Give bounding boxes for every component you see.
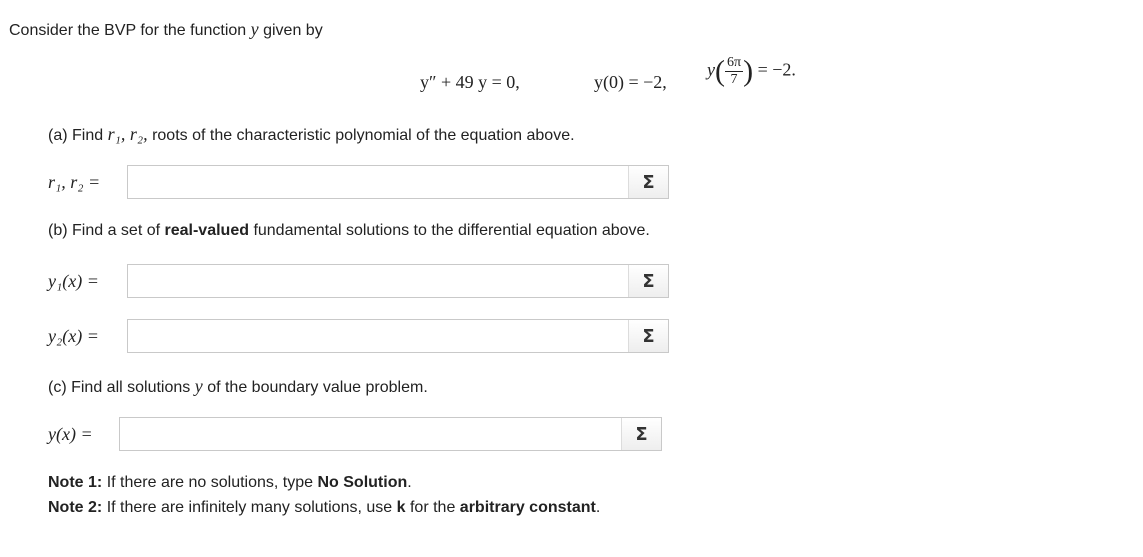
part-a-question: (a) Find r₁, r₂, roots of the characteri… bbox=[48, 124, 575, 145]
sigma-icon: Σ bbox=[642, 270, 655, 292]
boundary-condition-1: y(0) = −2, bbox=[594, 72, 667, 92]
bc2-denominator: 7 bbox=[730, 72, 738, 87]
part-b-bold: real-valued bbox=[164, 222, 249, 239]
note-2: Note 2: If there are infinitely many sol… bbox=[48, 499, 600, 517]
intro-var: y bbox=[250, 19, 259, 39]
y1-answer-box: Σ bbox=[127, 264, 669, 298]
note-2-end: . bbox=[595, 499, 601, 516]
part-b-question: (b) Find a set of real-valued fundamenta… bbox=[48, 222, 650, 240]
roots-label: r₁, r₂ = bbox=[48, 172, 101, 192]
y1-input[interactable] bbox=[128, 265, 628, 297]
roots-sigma-button[interactable]: Σ bbox=[628, 166, 668, 198]
y1-sigma-button[interactable]: Σ bbox=[628, 265, 668, 297]
y-solution-input[interactable] bbox=[120, 418, 621, 450]
part-a-prefix: (a) Find bbox=[48, 127, 104, 144]
ode-equation: y″ + 49 y = 0, bbox=[420, 72, 520, 92]
note-2-bold: arbitrary constant bbox=[459, 499, 596, 516]
y2-answer-box: Σ bbox=[127, 319, 669, 353]
intro-tail: given by bbox=[263, 22, 323, 39]
y2-sigma-button[interactable]: Σ bbox=[628, 320, 668, 352]
boundary-condition-2: y(6π 7) = −2. bbox=[707, 56, 796, 87]
bc2-function: y bbox=[707, 59, 715, 80]
y-solution-label: y(x) = bbox=[48, 424, 93, 444]
note-1-text: If there are no solutions, type bbox=[106, 474, 314, 491]
part-c-prefix: (c) Find all solutions bbox=[48, 379, 191, 396]
part-b-prefix: (b) Find a set of bbox=[48, 222, 161, 239]
note-2-text: If there are infinitely many solutions, … bbox=[106, 499, 393, 516]
sigma-icon: Σ bbox=[635, 423, 648, 445]
bc2-open-paren: ( bbox=[715, 54, 725, 88]
sigma-icon: Σ bbox=[642, 325, 655, 347]
bc2-fraction: 6π 7 bbox=[725, 55, 744, 87]
roots-input[interactable] bbox=[128, 166, 628, 198]
note-1: Note 1: If there are no solutions, type … bbox=[48, 474, 412, 492]
y2-input[interactable] bbox=[128, 320, 628, 352]
bc2-close-paren: ) bbox=[743, 54, 754, 88]
note-2-k: k bbox=[396, 499, 406, 516]
problem-intro: Consider the BVP for the function y give… bbox=[9, 19, 323, 40]
y1-label: y₁(x) = bbox=[48, 271, 99, 291]
note-2-mid: for the bbox=[409, 499, 456, 516]
part-b-rest: fundamental solutions to the differentia… bbox=[253, 222, 650, 239]
bc2-rhs: = −2. bbox=[757, 59, 796, 80]
part-c-var: y bbox=[194, 376, 203, 396]
y-solution-sigma-button[interactable]: Σ bbox=[621, 418, 661, 450]
y-solution-answer-box: Σ bbox=[119, 417, 662, 451]
note-1-label: Note 1: bbox=[48, 474, 103, 491]
note-1-end: . bbox=[407, 474, 412, 491]
bc2-numerator: 6π bbox=[725, 55, 744, 72]
part-c-question: (c) Find all solutions y of the boundary… bbox=[48, 376, 428, 397]
y2-label: y₂(x) = bbox=[48, 326, 99, 346]
note-2-label: Note 2: bbox=[48, 499, 103, 516]
roots-answer-box: Σ bbox=[127, 165, 669, 199]
intro-text: Consider the BVP for the function bbox=[9, 22, 247, 39]
sigma-icon: Σ bbox=[642, 171, 655, 193]
part-a-rest: roots of the characteristic polynomial o… bbox=[152, 127, 575, 144]
part-a-vars: r₁, r₂, bbox=[107, 124, 148, 144]
part-c-rest: of the boundary value problem. bbox=[207, 379, 428, 396]
note-1-bold: No Solution bbox=[317, 474, 408, 491]
